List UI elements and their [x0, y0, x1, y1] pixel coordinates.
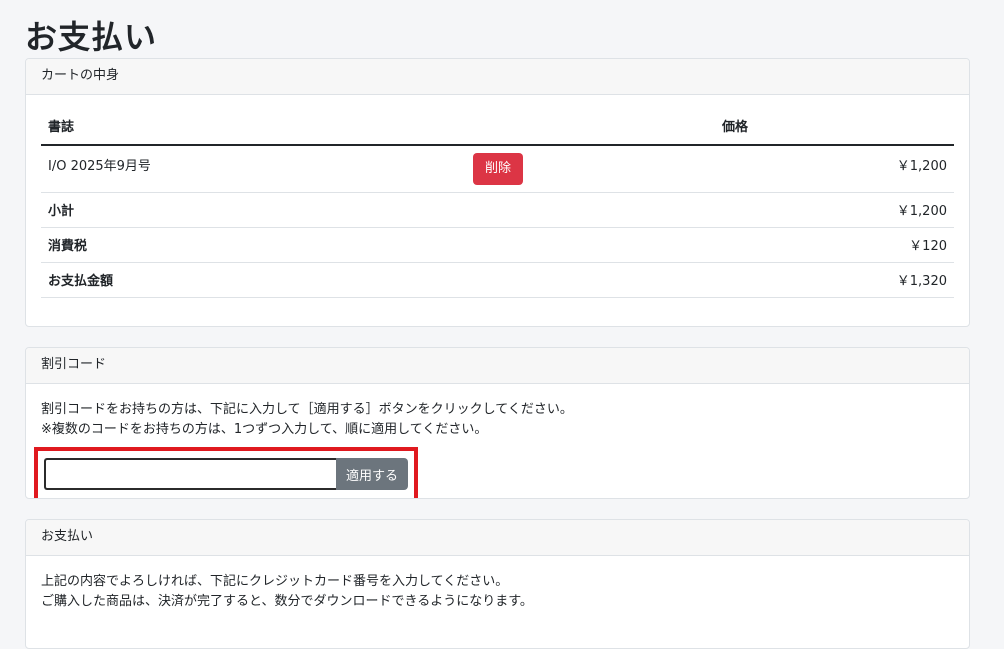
column-header-price: 価格 [715, 110, 954, 146]
total-spacer [465, 262, 715, 298]
cart-item-price: ￥1,200 [715, 145, 954, 193]
payment-card-body: 上記の内容でよろしければ、下記にクレジットカード番号を入力してください。 ご購入… [26, 556, 969, 634]
coupon-card-body: 割引コードをお持ちの方は、下記に入力して［適用する］ボタンをクリックしてください… [26, 384, 969, 498]
coupon-code-input[interactable] [44, 458, 337, 490]
cart-card: カートの中身 書誌 価格 I/O 2025年9月号 削除 ￥1,200 小計 ￥… [25, 58, 970, 327]
cart-item-title: I/O 2025年9月号 [41, 145, 465, 193]
tax-spacer [465, 227, 715, 263]
payment-description: 上記の内容でよろしければ、下記にクレジットカード番号を入力してください。 ご購入… [41, 572, 954, 612]
cart-card-header: カートの中身 [26, 59, 969, 95]
subtotal-row: 小計 ￥1,200 [41, 192, 954, 228]
payment-description-line1: 上記の内容でよろしければ、下記にクレジットカード番号を入力してください。 [41, 574, 509, 589]
page-title: お支払い [25, 18, 158, 56]
cart-table: 書誌 価格 I/O 2025年9月号 削除 ￥1,200 小計 ￥1,200 消… [41, 110, 954, 298]
cart-item-actions: 削除 [465, 145, 715, 193]
coupon-highlight-box: 適用する [34, 447, 418, 498]
cart-card-body: 書誌 価格 I/O 2025年9月号 削除 ￥1,200 小計 ￥1,200 消… [26, 95, 969, 313]
cart-table-header-row: 書誌 価格 [41, 110, 954, 146]
tax-label: 消費税 [41, 227, 465, 263]
column-header-title: 書誌 [41, 110, 465, 146]
page: お支払い カートの中身 書誌 価格 I/O 2025年9月号 削除 ￥1,200… [0, 0, 1004, 649]
subtotal-value: ￥1,200 [715, 192, 954, 228]
payment-description-line2: ご購入した商品は、決済が完了すると、数分でダウンロードできるようになります。 [41, 594, 533, 609]
coupon-description-line2: ※複数のコードをお持ちの方は、1つずつ入力して、順に適用してください。 [41, 422, 488, 437]
coupon-input-group: 適用する [44, 458, 408, 490]
delete-item-button[interactable]: 削除 [473, 153, 524, 185]
column-header-actions [465, 110, 715, 146]
tax-value: ￥120 [715, 227, 954, 263]
coupon-card: 割引コード 割引コードをお持ちの方は、下記に入力して［適用する］ボタンをクリック… [25, 347, 970, 499]
payment-card: お支払い 上記の内容でよろしければ、下記にクレジットカード番号を入力してください… [25, 519, 970, 649]
cart-item-row: I/O 2025年9月号 削除 ￥1,200 [41, 145, 954, 193]
coupon-card-header: 割引コード [26, 348, 969, 384]
payment-card-header: お支払い [26, 520, 969, 556]
subtotal-label: 小計 [41, 192, 465, 228]
total-label: お支払金額 [41, 262, 465, 298]
total-row: お支払金額 ￥1,320 [41, 262, 954, 298]
total-value: ￥1,320 [715, 262, 954, 298]
coupon-description-line1: 割引コードをお持ちの方は、下記に入力して［適用する］ボタンをクリックしてください… [41, 402, 573, 417]
apply-coupon-button[interactable]: 適用する [336, 458, 408, 490]
tax-row: 消費税 ￥120 [41, 227, 954, 263]
subtotal-spacer [465, 192, 715, 228]
coupon-description: 割引コードをお持ちの方は、下記に入力して［適用する］ボタンをクリックしてください… [41, 400, 954, 440]
